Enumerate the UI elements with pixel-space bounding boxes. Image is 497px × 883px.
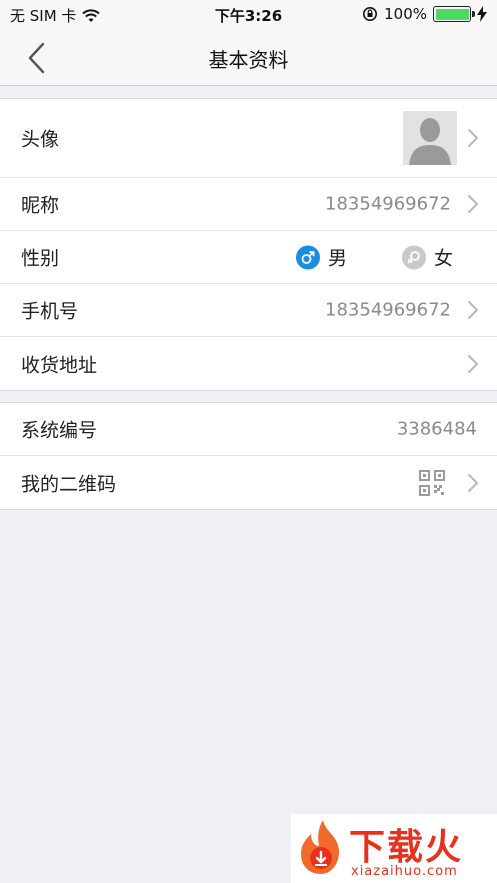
chevron-right-icon — [468, 354, 478, 373]
profile-group: 头像 昵称 18354969672 性别 男 女 手机号 18354969672… — [0, 98, 497, 391]
nickname-row[interactable]: 昵称 18354969672 — [0, 178, 497, 231]
qr-code-row[interactable]: 我的二维码 — [0, 456, 497, 509]
gender-female-label: 女 — [434, 247, 454, 270]
battery-icon — [433, 6, 475, 22]
chevron-right-icon — [468, 195, 478, 213]
gender-option-male[interactable]: 男 — [296, 244, 347, 271]
account-group: 系统编号 3386484 我的二维码 — [0, 402, 497, 510]
watermark-domain: xiazaihuo.com — [351, 864, 458, 879]
nav-bar: 基本资料 — [0, 30, 497, 86]
avatar-row[interactable]: 头像 — [0, 99, 497, 178]
system-id-row: 系统编号 3386484 — [0, 403, 497, 456]
nickname-label: 昵称 — [21, 194, 60, 217]
chevron-right-icon — [468, 129, 478, 147]
female-icon — [402, 245, 426, 269]
watermark: 下载火 xiazaihuo.com — [291, 814, 497, 883]
address-label: 收货地址 — [21, 354, 98, 376]
nickname-value: 18354969672 — [325, 193, 451, 215]
qr-code-label: 我的二维码 — [21, 473, 117, 495]
male-icon — [296, 245, 320, 269]
system-id-value: 3386484 — [396, 418, 477, 440]
phone-row[interactable]: 手机号 18354969672 — [0, 284, 497, 337]
default-avatar-icon — [403, 111, 457, 165]
phone-value: 18354969672 — [325, 299, 451, 321]
phone-label: 手机号 — [21, 300, 79, 323]
page-title: 基本资料 — [208, 48, 289, 72]
qr-code-icon — [419, 469, 445, 496]
battery-fill — [435, 8, 469, 20]
chevron-right-icon — [468, 301, 478, 319]
gender-row: 性别 男 女 — [0, 231, 497, 284]
gender-label: 性别 — [21, 247, 60, 270]
gender-male-label: 男 — [328, 247, 348, 270]
chevron-right-icon — [468, 473, 478, 492]
charging-icon — [477, 6, 487, 22]
battery-percent: 100% — [384, 5, 427, 23]
orientation-lock-icon — [363, 7, 378, 21]
flame-logo-icon — [301, 820, 339, 874]
avatar-label: 头像 — [21, 128, 60, 151]
status-right-group: 100% — [362, 5, 487, 23]
avatar[interactable] — [403, 111, 457, 165]
watermark-brand: 下载火 — [349, 827, 464, 868]
address-row[interactable]: 收货地址 — [0, 337, 497, 390]
system-id-label: 系统编号 — [21, 419, 98, 442]
status-bar: 无 SIM 卡 下午3:26 100% — [0, 0, 497, 30]
gender-option-female[interactable]: 女 — [402, 244, 453, 271]
